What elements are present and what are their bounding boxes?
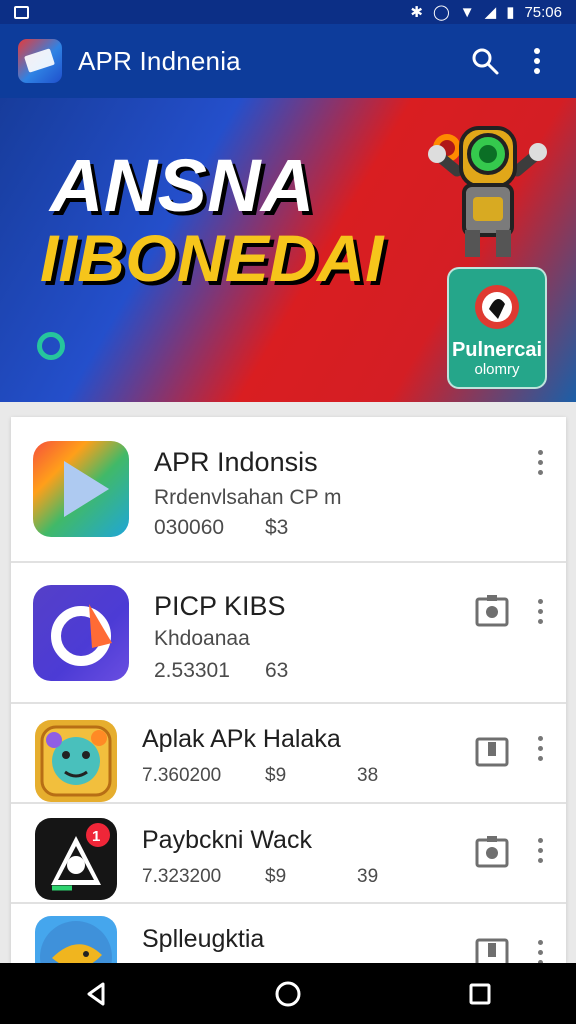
app-icon <box>35 720 117 802</box>
featured-app-logo-icon <box>475 285 519 329</box>
app-meta-left: 7.323200 <box>142 866 222 887</box>
svg-text:1: 1 <box>92 828 100 845</box>
app-meta-right: $3 <box>265 516 289 539</box>
notification-icon <box>14 5 29 19</box>
app-meta-middle: $9 <box>265 866 287 887</box>
circular-app-icon <box>51 604 112 666</box>
app-icon: 1 <box>35 818 117 900</box>
battery-icon: ▮ <box>506 4 515 21</box>
status-time: 75:06 <box>524 3 562 21</box>
more-vert-icon <box>537 939 543 945</box>
vibrate-icon: ◯ <box>432 4 450 21</box>
recent-apps-button[interactable] <box>456 970 504 1018</box>
android-navigation-bar <box>0 963 576 1024</box>
wifi-icon: ▼ <box>459 3 475 21</box>
signal-icon: ◢ <box>484 4 497 21</box>
more-vert-icon <box>537 837 543 843</box>
app-name: Splleugktia <box>142 925 265 953</box>
more-vert-icon <box>534 48 540 74</box>
featured-app-title: Pulnercai <box>451 339 543 361</box>
creature-app-icon <box>40 725 112 797</box>
app-meta-left: 7.360200 <box>142 765 222 786</box>
banner-title-line-1: ANSNA <box>50 144 315 227</box>
app-icon <box>33 585 129 681</box>
app-name: PICP KIBS <box>154 591 286 621</box>
download-app-button[interactable] <box>472 932 512 963</box>
app-subtitle: Rrdenvlsahan CP m <box>154 486 342 509</box>
alert-app-icon: 1 <box>51 823 110 891</box>
app-meta-left: 030060 <box>154 516 225 539</box>
app-meta-left: 2.53301 <box>154 659 230 682</box>
app-meta-right: 38 <box>357 765 379 786</box>
list-item[interactable]: 1 Paybckni Wack 7.323200 $9 39 <box>11 804 566 904</box>
more-vert-icon <box>537 735 543 741</box>
more-options-button[interactable] <box>528 932 552 963</box>
robot-mascot-icon <box>428 126 547 257</box>
recent-apps-icon <box>469 983 491 1004</box>
app-meta-right: 39 <box>357 866 379 887</box>
bluetooth-icon: ✱ <box>410 4 423 21</box>
download-app-button[interactable] <box>472 731 512 771</box>
search-icon <box>472 48 499 75</box>
app-list: APR Indonsis Rrdenvlsahan CP m 030060 $3… <box>11 417 566 963</box>
download-app-button[interactable] <box>472 832 512 872</box>
app-subtitle: Khdoanaa <box>154 627 250 650</box>
more-options-button[interactable] <box>528 728 552 768</box>
app-name: Aplak APk Halaka <box>142 725 341 753</box>
home-icon <box>275 981 301 1006</box>
more-options-button[interactable] <box>528 591 552 631</box>
app-meta-middle: $9 <box>265 765 287 786</box>
list-item[interactable]: PICP KIBS Khdoanaa 2.53301 63 <box>11 563 566 704</box>
list-item[interactable]: APR Indonsis Rrdenvlsahan CP m 030060 $3 <box>11 417 566 563</box>
featured-app-card[interactable]: Pulnercai olomry <box>447 267 547 389</box>
more-vert-icon <box>537 598 543 604</box>
back-icon <box>87 982 105 1005</box>
download-app-button[interactable] <box>472 591 512 631</box>
decorative-ring <box>37 332 65 360</box>
status-bar: ✱ ◯ ▼ ◢ ▮ 75:06 <box>0 0 576 24</box>
promo-banner[interactable]: ANSNA IIBONEDAI Pulnercai olomry <box>0 98 576 402</box>
more-menu-button[interactable] <box>516 40 558 82</box>
back-button[interactable] <box>72 970 120 1018</box>
app-logo <box>18 39 62 83</box>
list-item[interactable]: Splleugktia <box>11 904 566 963</box>
play-icon <box>64 461 109 517</box>
more-options-button[interactable] <box>528 442 552 482</box>
status-left <box>14 5 29 19</box>
app-name: Paybckni Wack <box>142 826 312 854</box>
page-title: APR Indnenia <box>78 45 241 76</box>
app-meta-right: 63 <box>265 659 289 682</box>
featured-app-subtitle: olomry <box>474 361 520 378</box>
search-button[interactable] <box>464 40 506 82</box>
app-bar: APR Indnenia <box>0 24 576 98</box>
banner-title-line-2: IIBONEDAI <box>40 221 384 295</box>
app-icon <box>35 916 117 963</box>
list-item[interactable]: Aplak APk Halaka 7.360200 $9 38 <box>11 704 566 804</box>
more-vert-icon <box>537 449 543 455</box>
status-right: ✱ ◯ ▼ ◢ ▮ 75:06 <box>410 3 562 22</box>
home-button[interactable] <box>264 970 312 1018</box>
more-options-button[interactable] <box>528 830 552 870</box>
app-name: APR Indonsis <box>154 447 318 477</box>
app-icon <box>33 441 129 537</box>
fish-app-icon <box>40 921 112 963</box>
